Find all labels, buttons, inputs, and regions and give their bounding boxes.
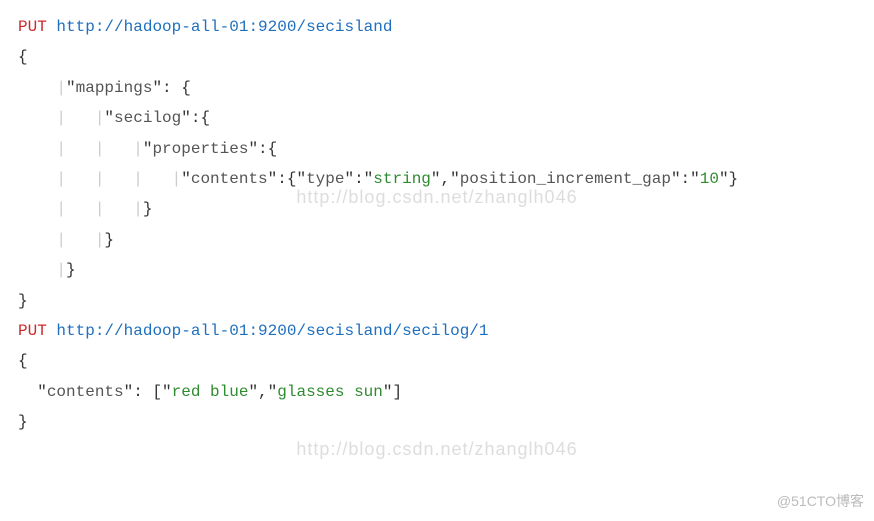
brace-close: } (18, 286, 856, 316)
json-line: | |} (18, 225, 856, 255)
brace-close: } (18, 407, 856, 437)
json-line: | | |"properties":{ (18, 134, 856, 164)
json-line: |"mappings": { (18, 73, 856, 103)
request-url: http://hadoop-all-01:9200/secisland/seci… (56, 322, 488, 340)
brace-open: { (18, 346, 856, 376)
watermark-corner: @51CTO博客 (777, 488, 864, 515)
request-line-2: PUT http://hadoop-all-01:9200/secisland/… (18, 316, 856, 346)
request-line-1: PUT http://hadoop-all-01:9200/secisland (18, 12, 856, 42)
code-block-1: PUT http://hadoop-all-01:9200/secisland … (18, 12, 856, 316)
http-method: PUT (18, 322, 47, 340)
request-url: http://hadoop-all-01:9200/secisland (56, 18, 392, 36)
json-line: | | | |"contents":{"type":"string","posi… (18, 164, 856, 194)
json-line: "contents": ["red blue","glasses sun"] (18, 377, 856, 407)
http-method: PUT (18, 18, 47, 36)
json-line: | | |} (18, 194, 856, 224)
brace-open: { (18, 42, 856, 72)
json-line: | |"secilog":{ (18, 103, 856, 133)
json-line: |} (18, 255, 856, 285)
code-block-2: PUT http://hadoop-all-01:9200/secisland/… (18, 316, 856, 438)
